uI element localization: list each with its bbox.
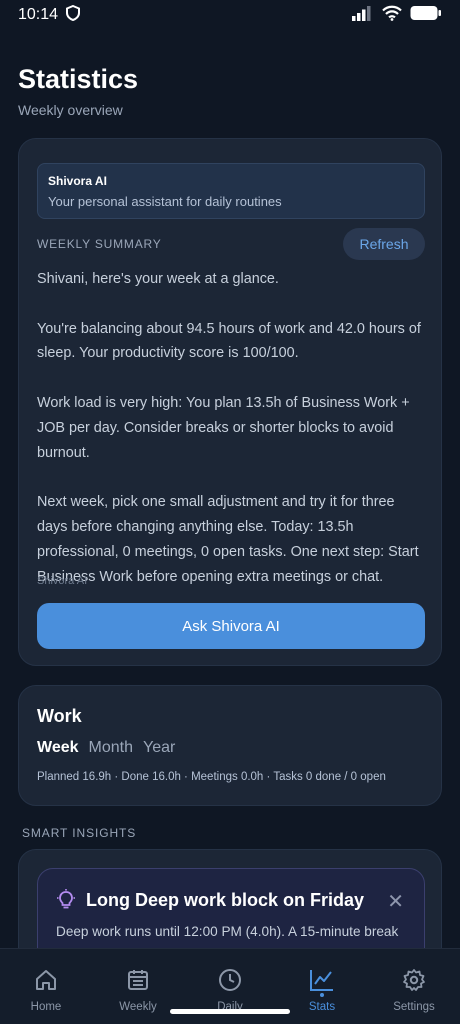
status-bar: 10:14	[0, 0, 460, 30]
nav-label: Home	[30, 1001, 62, 1013]
status-time: 10:14	[18, 6, 59, 23]
ask-assistant-button[interactable]: Ask Shivora AI	[37, 603, 425, 649]
tab-month[interactable]: Month	[89, 739, 133, 757]
period-selector: Week Month Year	[37, 739, 175, 757]
lightbulb-icon	[56, 889, 76, 916]
summary-paragraph: Next week, pick one small adjustment and…	[37, 494, 419, 585]
summary-paragraph: Work load is very high: You plan 13.5h o…	[37, 394, 410, 461]
assistant-banner: Shivora AI Your personal assistant for d…	[37, 163, 425, 219]
battery-icon	[410, 5, 442, 26]
wifi-icon	[382, 5, 402, 26]
insight-title: Long Deep work block on Friday	[86, 890, 365, 910]
ai-summary-card: Shivora AI Your personal assistant for d…	[18, 138, 442, 666]
nav-label: Settings	[393, 1001, 435, 1013]
tab-week[interactable]: Week	[37, 739, 79, 757]
assistant-tagline: Your personal assistant for daily routin…	[48, 194, 282, 209]
nav-item-settings[interactable]: Settings	[368, 949, 460, 1024]
nav-label: Weekly	[119, 1001, 157, 1013]
summary-paragraph: Shivani, here's your week at a glance.	[37, 271, 279, 287]
assistant-name: Shivora AI	[48, 174, 107, 188]
signal-icon	[352, 5, 374, 26]
shield-icon	[66, 4, 81, 26]
clock-icon	[218, 967, 242, 993]
chart-icon	[309, 967, 335, 993]
weekly-summary-label: WEEKLY SUMMARY	[37, 237, 162, 251]
nav-label: Stats	[308, 1001, 336, 1013]
page-subtitle: Weekly overview	[18, 102, 123, 118]
tab-year[interactable]: Year	[143, 739, 175, 757]
summary-source-label: Shivora AI	[37, 575, 88, 587]
nav-item-home[interactable]: Home	[0, 949, 92, 1024]
smart-insights-label: SMART INSIGHTS	[22, 826, 137, 840]
summary-paragraph: You're balancing about 94.5 hours of wor…	[37, 320, 421, 362]
page-title: Statistics	[18, 64, 139, 94]
calendar-icon	[126, 967, 150, 993]
refresh-button[interactable]: Refresh	[343, 228, 425, 260]
home-icon	[34, 967, 58, 993]
close-icon[interactable]: ✕	[387, 889, 404, 914]
work-title: Work	[37, 706, 82, 726]
active-indicator-dot	[320, 993, 324, 997]
weekly-summary-text: Shivani, here's your week at a glance. Y…	[37, 267, 423, 589]
work-card: Work Week Month Year Planned 16.9h · Don…	[18, 685, 442, 806]
gear-icon	[402, 967, 426, 993]
nav-item-stats[interactable]: Stats	[276, 949, 368, 1024]
home-indicator[interactable]	[170, 1009, 290, 1014]
work-stats: Planned 16.9h · Done 16.0h · Meetings 0.…	[37, 771, 386, 783]
